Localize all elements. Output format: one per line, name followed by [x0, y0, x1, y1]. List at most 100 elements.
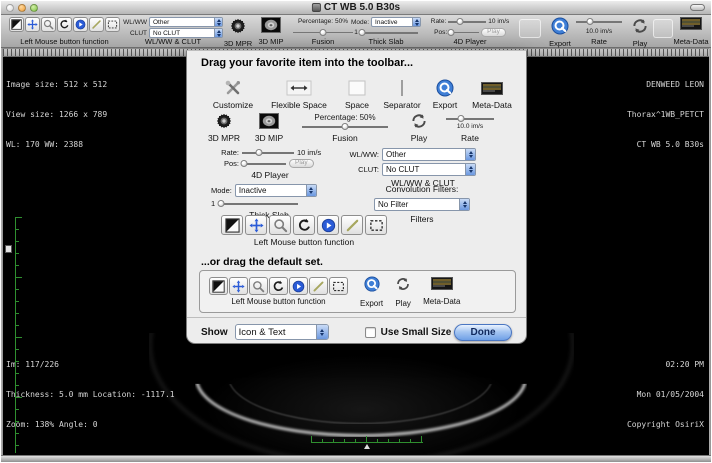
wlww-group-label: WL/WW & CLUT [145, 38, 201, 46]
tool-browse-button[interactable] [289, 277, 308, 295]
tool-rotate-button[interactable] [269, 277, 288, 295]
show-popup[interactable]: Icon & Text [235, 324, 329, 340]
flexible-space-item[interactable]: Flexible Space [263, 78, 335, 110]
use-small-size-checkbox[interactable] [365, 327, 376, 338]
slab-group-label: Thick Slab [368, 38, 403, 46]
export-icon[interactable] [551, 17, 569, 40]
slider-knob[interactable] [586, 18, 593, 25]
4d-rate-value: 10 im/s [488, 17, 509, 26]
slab-min-value: 1 [354, 28, 358, 37]
tool-contrast-button[interactable] [9, 17, 24, 32]
tool-contrast-button[interactable] [221, 215, 243, 235]
4d-rate-slider[interactable] [242, 148, 294, 157]
tool-length-button[interactable] [309, 277, 328, 295]
space-item[interactable]: Space [335, 78, 379, 110]
slab-slider[interactable] [360, 28, 418, 37]
metadata-icon[interactable] [680, 17, 702, 35]
tool-magnify-button[interactable] [249, 277, 268, 295]
tool-length-button[interactable] [341, 215, 363, 235]
4d-play-button[interactable]: Play [481, 28, 506, 37]
minimize-button-icon[interactable] [18, 4, 26, 12]
default-metadata-group[interactable]: Meta-Data [423, 277, 460, 306]
slider-knob[interactable] [240, 160, 247, 167]
metadata-item[interactable]: Meta-Data [465, 78, 519, 110]
zoom-button-icon[interactable] [30, 4, 38, 12]
default-play-group[interactable]: Play [395, 276, 411, 308]
tool-rotate-button[interactable] [293, 215, 315, 235]
fusion-percentage-slider[interactable] [293, 28, 353, 37]
3d-mip-icon[interactable] [261, 17, 281, 38]
slab-mode-popup[interactable]: Inactive [235, 184, 317, 197]
slider-knob[interactable] [320, 29, 327, 36]
wl-popup[interactable]: Other [382, 148, 476, 161]
4d-pos-slider[interactable] [449, 28, 479, 37]
4d-play-button[interactable]: Play [289, 159, 314, 168]
tool-move-button[interactable] [25, 17, 40, 32]
4d-player-item[interactable]: Rate: 10 im/s Pos: Play 4D Player [205, 148, 335, 180]
tool-magnify-button[interactable] [41, 17, 56, 32]
3d-mpr-icon[interactable] [229, 17, 247, 40]
slider-knob[interactable] [456, 18, 463, 25]
overlay-line: Thickness: 5.0 mm Location: -1117.1 [6, 390, 175, 400]
slider-knob[interactable] [217, 200, 224, 207]
roi-icon [106, 18, 119, 31]
wl-popup[interactable]: Other [149, 17, 223, 27]
fusion-slider[interactable] [302, 122, 388, 131]
overlay-bottom-right: 02:20 PM Mon 01/05/2004 Copyright OsiriX [627, 340, 704, 450]
play-item[interactable]: Play [397, 111, 441, 143]
4d-rate-label: Rate: [205, 148, 239, 157]
default-metadata-label: Meta-Data [423, 297, 460, 306]
tool-move-button[interactable] [229, 277, 248, 295]
3d-mip-item[interactable]: 3D MIP [245, 111, 293, 143]
play-icon[interactable] [631, 17, 649, 40]
slider-knob[interactable] [342, 123, 349, 130]
3d-mpr-item[interactable]: 3D MPR [203, 111, 245, 143]
default-mouse-group: Left Mouse button function [209, 277, 348, 306]
4d-rate-slider[interactable] [448, 17, 486, 26]
rate-value: 10.0 im/s [586, 28, 612, 36]
tool-roi-button[interactable] [365, 215, 387, 235]
slab-slider[interactable] [218, 199, 298, 208]
tool-magnify-button[interactable] [269, 215, 291, 235]
tool-roi-button[interactable] [329, 277, 348, 295]
tool-rotate-button[interactable] [57, 17, 72, 32]
mouse-function-item[interactable]: Left Mouse button function [221, 215, 387, 247]
tool-browse-button[interactable] [73, 17, 88, 32]
use-small-size-label: Use Small Size [381, 327, 452, 338]
slab-mode-popup[interactable]: Inactive [371, 17, 421, 27]
default-set-box[interactable]: Left Mouse button function Export Play M… [199, 270, 516, 313]
close-button-icon[interactable] [6, 4, 14, 12]
window-frame-bottom[interactable] [1, 455, 711, 462]
slider-knob[interactable] [458, 115, 465, 122]
fusion-item[interactable]: Percentage:50% Fusion [293, 113, 397, 143]
rate-slider[interactable] [576, 17, 622, 26]
fusion-percentage-label: Percentage: [298, 17, 333, 26]
tool-contrast-button[interactable] [209, 277, 228, 295]
title-bar[interactable]: CT WB 5.0 B30s [1, 1, 711, 15]
customize-item[interactable]: Customize [203, 78, 263, 110]
tool-browse-button[interactable] [317, 215, 339, 235]
4d-pos-slider[interactable] [242, 159, 286, 168]
overlay-line: WL: 170 WW: 2388 [6, 140, 107, 150]
separator-item[interactable]: Separator [379, 78, 425, 110]
filters-popup[interactable]: No Filter [374, 198, 470, 211]
done-button[interactable]: Done [454, 324, 512, 341]
popup-arrows-icon [465, 164, 475, 175]
tool-length-button[interactable] [89, 17, 104, 32]
wlww-clut-item[interactable]: WL/WW: Other CLUT: No CLUT WL/WW & CLUT [345, 148, 501, 188]
export-item[interactable]: Export [425, 78, 465, 110]
rate-slider[interactable] [446, 114, 494, 123]
toolbar-toggle-pill-icon[interactable] [690, 4, 705, 11]
slider-knob[interactable] [256, 149, 263, 156]
tool-move-button[interactable] [245, 215, 267, 235]
clut-popup[interactable]: No CLUT [382, 163, 476, 176]
default-export-group[interactable]: Export [360, 276, 383, 308]
tool-roi-button[interactable] [105, 17, 120, 32]
popup-arrows-icon [412, 18, 420, 26]
rate-item[interactable]: 10.0 im/s Rate [441, 114, 499, 143]
length-icon [342, 216, 362, 234]
slider-knob[interactable] [359, 29, 366, 36]
magnify-icon [42, 18, 55, 31]
popup-arrows-icon [214, 29, 222, 37]
slider-knob[interactable] [447, 29, 454, 36]
